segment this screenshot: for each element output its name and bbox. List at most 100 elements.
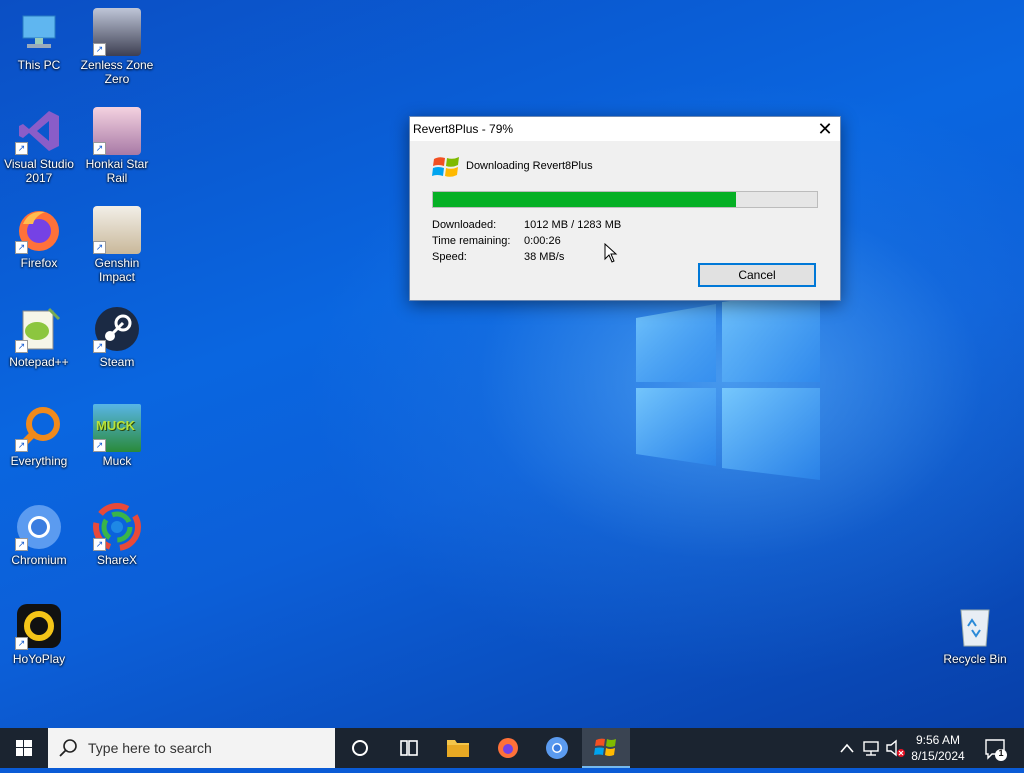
dialog-title: Revert8Plus - 79% [413,122,514,136]
start-button[interactable] [0,728,48,768]
task-view-button[interactable] [384,728,432,768]
desktop-icon-muck[interactable]: MUCK ↗ Muck [78,398,156,488]
icon-label: Notepad++ [9,355,69,369]
icon-label: This PC [17,58,61,72]
desktop-icon-everything[interactable]: ↗ Everything [0,398,78,488]
cortana-circle-icon [352,740,368,756]
clock-date: 8/15/2024 [911,749,965,763]
windows-flag-icon [594,738,616,756]
stat-value: 38 MB/s [524,251,565,263]
windows-logo-wallpaper [636,290,820,480]
download-heading: Downloading Revert8Plus [466,160,593,172]
icon-label: Honkai Star Rail [85,157,149,185]
notification-count: 1 [998,748,1004,758]
icon-label: Steam [99,355,135,369]
desktop-icon-firefox[interactable]: ↗ Firefox [0,200,78,290]
shortcut-arrow-icon: ↗ [15,637,28,650]
firefox-icon [498,738,518,758]
desktop-icon-chromium[interactable]: ↗ Chromium [0,497,78,587]
stat-key: Downloaded: [432,219,497,231]
desktop-icon-recycle-bin[interactable]: Recycle Bin [936,596,1014,686]
icon-label: Firefox [20,256,58,270]
icon-label: Muck [102,454,132,468]
shortcut-arrow-icon: ↗ [15,142,28,155]
icon-label: Genshin Impact [94,256,140,284]
desktop-icon-steam[interactable]: ↗ Steam [78,299,156,389]
shortcut-arrow-icon: ↗ [93,340,106,353]
icon-label: ShareX [96,553,138,567]
taskbar-firefox[interactable] [484,728,532,768]
cortana-button[interactable] [336,728,384,768]
network-tray-button[interactable] [860,728,882,768]
steam-icon: ↗ [93,305,141,353]
task-view-icon [400,740,418,756]
shortcut-arrow-icon: ↗ [15,439,28,452]
chevron-up-icon [840,743,854,753]
chromium-icon: ↗ [15,503,63,551]
shortcut-arrow-icon: ↗ [93,43,106,56]
hoyoplay-icon: ↗ [15,602,63,650]
taskbar: Type here to search 9:56 AM 8/15/2024 1 [0,728,1024,768]
shortcut-arrow-icon: ↗ [15,241,28,254]
shortcut-arrow-icon: ↗ [15,538,28,551]
download-dialog: Revert8Plus - 79% ✕ Downloading Revert8P… [409,116,841,301]
stat-row-time-remaining: Time remaining: 0:00:26 [432,233,621,249]
firefox-icon: ↗ [15,206,63,254]
muck-logo-text: MUCK [96,418,135,433]
everything-search-icon: ↗ [15,404,63,452]
sharex-icon: ↗ [93,503,141,551]
download-stats: Downloaded: 1012 MB / 1283 MB Time remai… [432,217,621,265]
icon-label: HoYoPlay [12,652,66,666]
shortcut-arrow-icon: ↗ [93,538,106,551]
close-button[interactable]: ✕ [810,117,840,141]
progress-fill [433,192,737,207]
shortcut-arrow-icon: ↗ [15,340,28,353]
search-placeholder: Type here to search [88,740,212,756]
muck-icon: MUCK ↗ [93,404,141,452]
monitor-icon [15,8,63,56]
desktop-icon-sharex[interactable]: ↗ ShareX [78,497,156,587]
stat-value: 0:00:26 [524,235,561,247]
desktop-icon-zenless-zone-zero[interactable]: ↗ Zenless Zone Zero [78,2,156,92]
desktop-icon-honkai-star-rail[interactable]: ↗ Honkai Star Rail [78,101,156,191]
notification-icon [985,739,1007,761]
taskbar-chromium[interactable] [533,728,581,768]
stat-value: 1012 MB / 1283 MB [524,219,622,231]
visual-studio-icon: ↗ [15,107,63,155]
recycle-bin-icon [951,602,999,650]
stat-key: Speed: [432,251,467,263]
windows-start-icon [16,740,32,756]
desktop-icon-visual-studio[interactable]: ↗ Visual Studio 2017 [0,101,78,191]
stat-key: Time remaining: [432,235,511,247]
icon-label: Chromium [11,553,67,567]
cancel-button[interactable]: Cancel [698,263,816,287]
taskbar-clock[interactable]: 9:56 AM 8/15/2024 [900,732,976,764]
mouse-cursor-icon [604,243,618,263]
genshin-impact-icon: ↗ [93,206,141,254]
icon-label: Visual Studio 2017 [4,157,74,185]
desktop-icon-hoyoplay[interactable]: ↗ HoYoPlay [0,596,78,686]
dialog-titlebar[interactable]: Revert8Plus - 79% ✕ [410,117,840,141]
icon-label: Recycle Bin [943,652,1007,666]
shortcut-arrow-icon: ↗ [93,439,106,452]
taskbar-revert8plus[interactable] [582,728,630,768]
network-icon [863,741,879,756]
chromium-icon [546,737,568,759]
notepad-plus-plus-icon: ↗ [15,305,63,353]
stat-row-downloaded: Downloaded: 1012 MB / 1283 MB [432,217,621,233]
folder-icon [447,740,469,757]
desktop-icon-this-pc[interactable]: This PC [0,2,78,92]
desktop-icon-genshin-impact[interactable]: ↗ Genshin Impact [78,200,156,290]
taskbar-search-box[interactable]: Type here to search [48,728,335,768]
search-icon [59,739,77,757]
icon-label: Everything [10,454,68,468]
taskbar-file-explorer[interactable] [434,728,482,768]
icon-label: Zenless Zone Zero [80,58,154,86]
windows-flag-icon [432,157,459,177]
action-center-button[interactable]: 1 [980,728,1012,768]
clock-time: 9:56 AM [915,733,961,747]
shortcut-arrow-icon: ↗ [93,142,106,155]
dialog-body: Downloading Revert8Plus Downloaded: 1012… [410,141,840,299]
desktop-icon-notepad-plus-plus[interactable]: ↗ Notepad++ [0,299,78,389]
show-hidden-icons-button[interactable] [838,728,856,768]
